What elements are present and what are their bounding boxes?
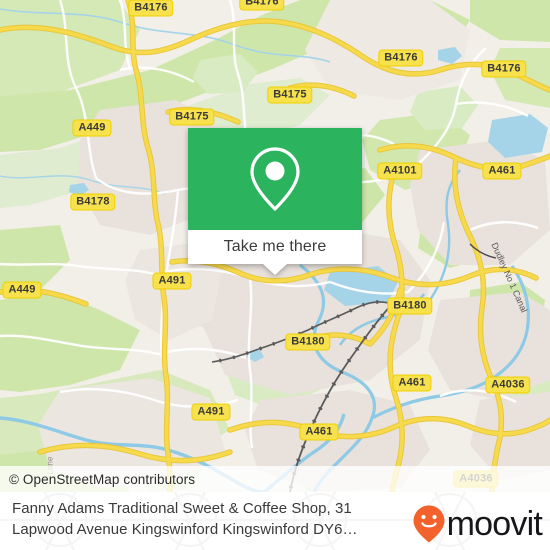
road-shield[interactable]: B4178 bbox=[70, 193, 116, 211]
bottom-info-bar: Fanny Adams Traditional Sweet & Coffee S… bbox=[0, 492, 550, 550]
road-shield[interactable]: A461 bbox=[392, 374, 432, 392]
map-pin-icon bbox=[250, 147, 300, 211]
road-shield[interactable]: A449 bbox=[2, 281, 42, 299]
road-shield[interactable]: A461 bbox=[482, 162, 522, 180]
road-shield[interactable]: B4176 bbox=[378, 49, 424, 67]
place-popup-card[interactable]: Take me there bbox=[188, 128, 362, 275]
road-shield[interactable]: B4175 bbox=[169, 108, 215, 126]
take-me-there-button[interactable]: Take me there bbox=[188, 230, 362, 264]
moovit-wordmark: moovit bbox=[446, 505, 543, 543]
road-shield[interactable]: B4176 bbox=[128, 0, 174, 17]
road-shield[interactable]: A4101 bbox=[377, 162, 423, 180]
map-attribution-bar: © OpenStreetMap contributors bbox=[0, 466, 550, 492]
road-shield[interactable]: B4176 bbox=[481, 60, 527, 78]
road-shield[interactable]: B4175 bbox=[267, 86, 313, 104]
road-shield[interactable]: A4036 bbox=[485, 376, 531, 394]
attribution-text[interactable]: © OpenStreetMap contributors bbox=[9, 472, 195, 487]
road-shield[interactable]: A449 bbox=[72, 119, 112, 137]
road-shield[interactable]: A491 bbox=[191, 403, 231, 421]
map-canvas[interactable]: B4176 B4176 B4176 B4176 B4175 B4175 A449… bbox=[0, 0, 550, 492]
road-shield[interactable]: B4180 bbox=[387, 297, 433, 315]
road-shield[interactable]: A461 bbox=[299, 423, 339, 441]
moovit-smiley-pin-icon bbox=[413, 505, 445, 543]
road-shield[interactable]: B4180 bbox=[285, 333, 331, 351]
popup-card-tail bbox=[263, 264, 287, 275]
road-shield[interactable]: B4176 bbox=[239, 0, 285, 11]
place-caption: Fanny Adams Traditional Sweet & Coffee S… bbox=[12, 500, 358, 538]
take-me-there-label: Take me there bbox=[223, 238, 327, 255]
moovit-logo[interactable]: moovit bbox=[412, 504, 543, 544]
map-screenshot: B4176 B4176 B4176 B4176 B4175 B4175 A449… bbox=[0, 0, 550, 550]
popup-card-header bbox=[188, 128, 362, 230]
road-shield[interactable]: A491 bbox=[152, 272, 192, 290]
